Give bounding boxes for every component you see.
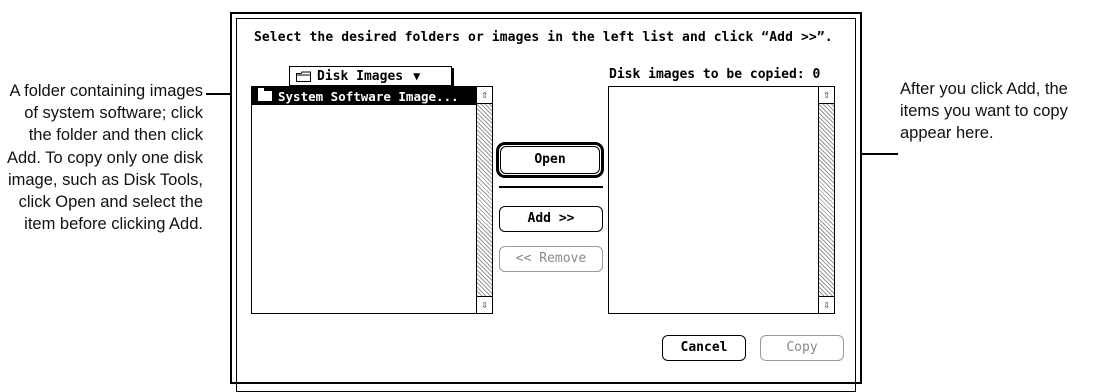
folder-icon [258, 88, 272, 101]
copy-count-label: Disk images to be copied: 0 [609, 67, 821, 82]
scroll-down-arrow-icon[interactable]: ⇩ [477, 296, 492, 313]
scroll-up-arrow-icon[interactable]: ⇧ [477, 87, 492, 104]
list-item[interactable]: System Software Image... [252, 87, 476, 105]
remove-button[interactable]: << Remove [499, 246, 603, 272]
cancel-button[interactable]: Cancel [662, 335, 746, 361]
copy-button[interactable]: Copy [760, 335, 844, 361]
installer-dialog: Select the desired folders or images in … [230, 12, 862, 392]
popup-arrow-icon: ▼ [413, 69, 421, 83]
source-list[interactable]: System Software Image... ⇧ ⇩ [251, 86, 493, 314]
right-callout-text: After you click Add, the items you want … [900, 80, 1068, 143]
copy-list-scrollbar[interactable]: ⇧ ⇩ [818, 87, 834, 313]
scroll-down-arrow-icon[interactable]: ⇩ [819, 296, 834, 313]
add-button[interactable]: Add >> [499, 206, 603, 232]
source-list-scrollbar[interactable]: ⇧ ⇩ [476, 87, 492, 313]
copy-list[interactable]: ⇧ ⇩ [608, 86, 835, 314]
open-button[interactable]: Open [500, 146, 600, 174]
folder-popup-label: Disk Images [317, 68, 404, 84]
button-divider [499, 186, 603, 188]
scroll-up-arrow-icon[interactable]: ⇧ [819, 87, 834, 104]
folder-popup-menu[interactable]: Disk Images ▼ [289, 66, 452, 86]
dialog-instruction: Select the desired folders or images in … [254, 30, 833, 45]
left-callout-text: A folder containing images of system sof… [7, 82, 203, 234]
list-item-label: System Software Image... [278, 88, 459, 104]
folder-icon [296, 71, 311, 82]
